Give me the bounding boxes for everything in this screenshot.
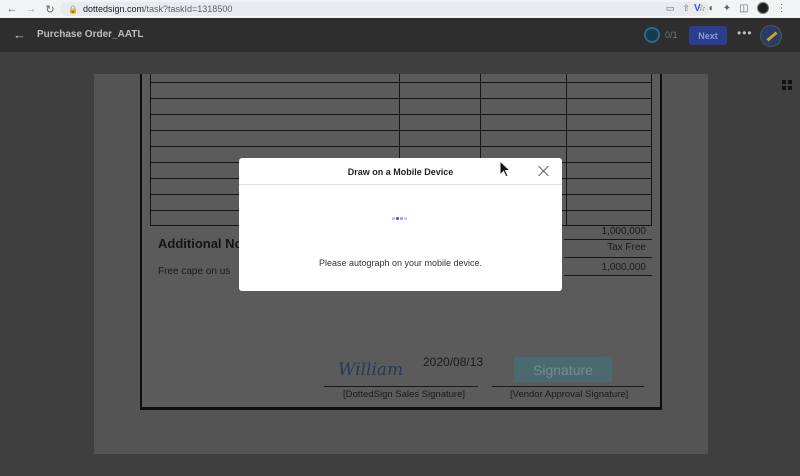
additional-notes-heading: Additional No [158, 236, 240, 251]
document-title: Purchase Order_AATL [37, 29, 144, 40]
puzzle-icon[interactable]: ✦ [723, 3, 731, 14]
address-bar[interactable]: 🔒 dottedsign.com/task?taskId=1318500 ▭ ⇧… [60, 2, 710, 16]
vendor-signature-caption: [Vendor Approval Signature] [510, 389, 629, 400]
total-value: 1,000,000 [601, 262, 647, 273]
progress-ring-icon [644, 27, 660, 43]
totals-box: 1,000,000 Tax Free 1,000,000 [564, 224, 652, 276]
signing-date: 2020/08/13 [423, 355, 484, 369]
mouse-cursor-icon [499, 160, 511, 178]
browser-menu-icon[interactable]: ⋮ [777, 3, 787, 14]
loading-spinner [392, 217, 407, 220]
vendor-signature-line [492, 386, 644, 387]
sales-signature-image: William [338, 360, 404, 380]
sidepanel-icon[interactable]: ◫ [739, 3, 748, 14]
tax-value: Tax Free [607, 242, 646, 253]
dialog-title: Draw on a Mobile Device [347, 167, 454, 177]
notes-text: Free cape on us [158, 266, 231, 277]
dialog-message: Please autograph on your mobile device. [318, 258, 483, 268]
next-button[interactable]: Next [689, 26, 727, 45]
user-avatar[interactable] [760, 25, 782, 47]
lock-icon: 🔒 [68, 4, 78, 14]
extension-v-icon[interactable]: V [694, 3, 701, 14]
signature-field[interactable]: Signature [514, 357, 612, 382]
subtotal-value: 1,000,000 [601, 226, 647, 237]
mobile-draw-dialog: Draw on a Mobile Device Please autograph… [239, 158, 562, 291]
reload-icon[interactable]: ↻ [43, 2, 57, 16]
browser-back-icon[interactable]: ← [5, 2, 19, 16]
back-arrow-icon[interactable]: ← [13, 27, 26, 42]
grid-icon[interactable] [782, 80, 792, 90]
required-mark: * [604, 354, 608, 365]
browser-forward-icon[interactable]: → [24, 2, 38, 16]
close-icon[interactable] [538, 165, 550, 177]
app-header: ← Purchase Order_AATL 0/1 Next ••• [0, 18, 800, 52]
sales-signature-caption: [DottedSign Sales Signature] [343, 389, 465, 400]
extension-icon[interactable]: ◐ [709, 3, 715, 14]
dialog-divider [239, 184, 562, 185]
url-text: dottedsign.com/task?taskId=1318500 [83, 4, 232, 14]
url-path: /task?taskId=1318500 [144, 4, 233, 14]
install-icon[interactable]: ▭ [666, 3, 675, 14]
profile-avatar[interactable] [756, 2, 769, 14]
progress-count: 0/1 [665, 30, 678, 40]
url-host: dottedsign.com [82, 4, 145, 14]
browser-toolbar: ← → ↻ 🔒 dottedsign.com/task?taskId=13185… [0, 0, 800, 18]
share-icon[interactable]: ⇧ [682, 3, 690, 14]
more-icon[interactable]: ••• [737, 26, 753, 40]
sales-signature-line [324, 386, 478, 387]
